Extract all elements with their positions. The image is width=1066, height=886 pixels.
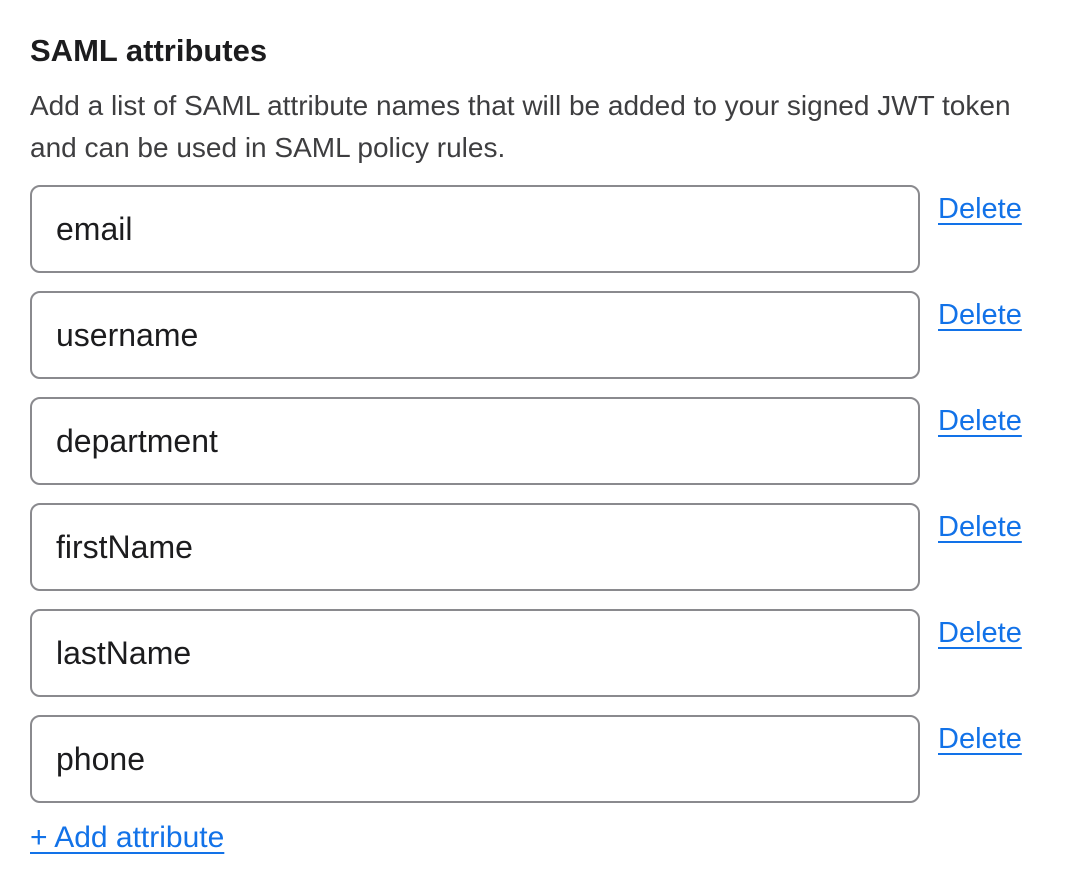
delete-cell: Delete <box>938 397 1022 437</box>
attribute-list: Delete Delete Delete Delete Delete <box>30 185 1066 803</box>
delete-link-username[interactable]: Delete <box>938 299 1022 331</box>
delete-cell: Delete <box>938 185 1022 225</box>
attribute-input-lastname[interactable] <box>30 609 920 697</box>
delete-link-email[interactable]: Delete <box>938 193 1022 225</box>
saml-attributes-section: SAML attributes Add a list of SAML attri… <box>0 0 1066 886</box>
add-attribute-row: + Add attribute <box>30 821 1066 855</box>
delete-cell: Delete <box>938 609 1022 649</box>
section-description-line1: Add a list of SAML attribute names that … <box>30 85 1066 127</box>
attribute-row-email: Delete <box>30 185 1066 273</box>
attribute-input-phone[interactable] <box>30 715 920 803</box>
attribute-row-lastname: Delete <box>30 609 1066 697</box>
attribute-row-username: Delete <box>30 291 1066 379</box>
section-description-line2: and can be used in SAML policy rules. <box>30 127 1066 169</box>
delete-cell: Delete <box>938 503 1022 543</box>
attribute-input-firstname[interactable] <box>30 503 920 591</box>
delete-link-firstname[interactable]: Delete <box>938 511 1022 543</box>
attribute-row-firstname: Delete <box>30 503 1066 591</box>
delete-link-phone[interactable]: Delete <box>938 723 1022 755</box>
attribute-row-department: Delete <box>30 397 1066 485</box>
attribute-input-email[interactable] <box>30 185 920 273</box>
attribute-input-department[interactable] <box>30 397 920 485</box>
delete-link-lastname[interactable]: Delete <box>938 617 1022 649</box>
page-title: SAML attributes <box>30 33 1066 69</box>
delete-cell: Delete <box>938 291 1022 331</box>
attribute-input-username[interactable] <box>30 291 920 379</box>
delete-link-department[interactable]: Delete <box>938 405 1022 437</box>
attribute-row-phone: Delete <box>30 715 1066 803</box>
section-description: Add a list of SAML attribute names that … <box>30 85 1066 169</box>
add-attribute-link[interactable]: + Add attribute <box>30 821 224 854</box>
delete-cell: Delete <box>938 715 1022 755</box>
